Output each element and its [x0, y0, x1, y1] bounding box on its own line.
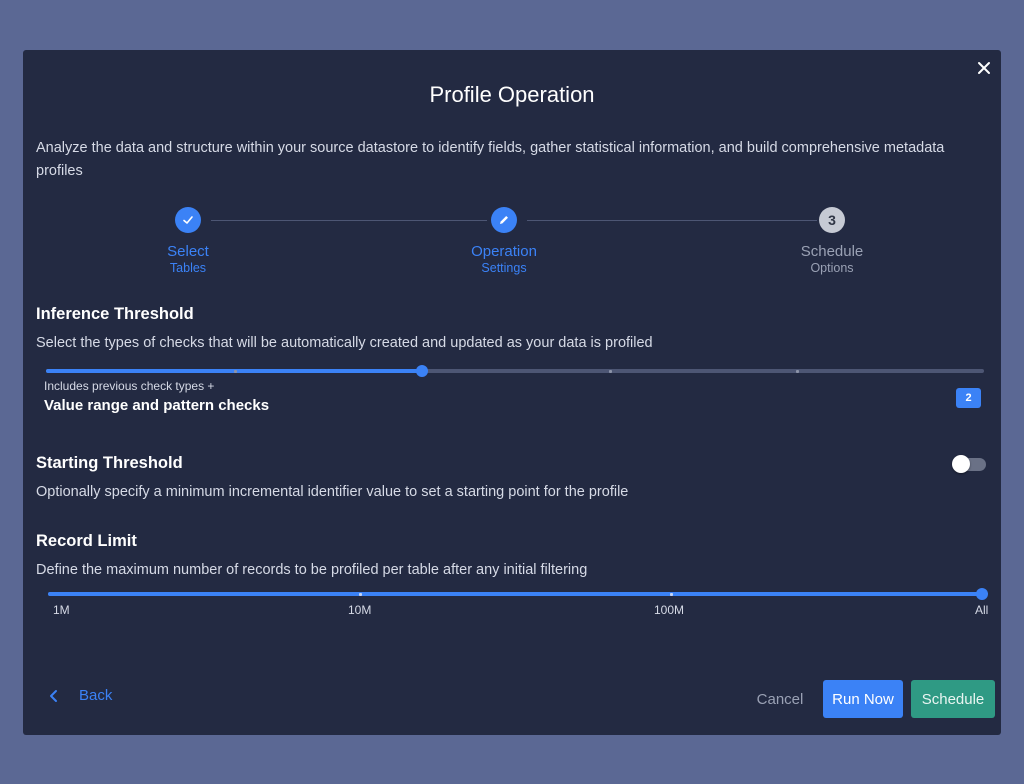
- stepper-connector: [211, 220, 487, 221]
- inference-level-badge: 2: [956, 388, 981, 408]
- back-label: Back: [79, 687, 113, 704]
- run-now-button[interactable]: Run Now: [823, 680, 903, 718]
- slider-tick: [670, 593, 673, 596]
- record-limit-mark-10m[interactable]: 10M: [348, 603, 371, 617]
- starting-threshold-toggle[interactable]: [952, 455, 988, 473]
- step-number: 3: [828, 212, 836, 228]
- record-limit-mark-1m[interactable]: 1M: [53, 603, 70, 617]
- dialog-title: Profile Operation: [429, 82, 595, 107]
- starting-threshold-description: Optionally specify a minimum incremental…: [36, 484, 629, 500]
- schedule-button[interactable]: Schedule: [911, 680, 995, 718]
- step-schedule-options[interactable]: 3: [819, 207, 845, 233]
- inference-level-note: Includes previous check types +: [44, 379, 215, 393]
- toggle-knob[interactable]: [952, 455, 970, 473]
- record-limit-description: Define the maximum number of records to …: [36, 562, 588, 578]
- dialog-description: Analyze the data and structure within yo…: [36, 140, 945, 179]
- pencil-icon: [500, 216, 508, 224]
- stepper-connector: [527, 220, 817, 221]
- record-limit-mark-all[interactable]: All: [975, 603, 988, 617]
- chevron-left-icon: [50, 689, 57, 702]
- back-button[interactable]: Back: [49, 687, 112, 704]
- starting-threshold-title: Starting Threshold: [36, 454, 183, 472]
- cancel-button[interactable]: Cancel: [745, 680, 815, 718]
- inference-threshold-description: Select the types of checks that will be …: [36, 335, 653, 351]
- step-label-operation-settings: Operation Settings: [471, 243, 537, 275]
- slider-thumb[interactable]: [416, 365, 428, 377]
- record-limit-title: Record Limit: [36, 532, 137, 550]
- slider-thumb[interactable]: [976, 588, 988, 600]
- close-icon[interactable]: [975, 59, 993, 77]
- slider-tick: [234, 370, 237, 373]
- record-limit-mark-100m[interactable]: 100M: [654, 603, 684, 617]
- slider-tick: [796, 370, 799, 373]
- step-label-select-tables: Select Tables: [167, 243, 209, 275]
- profile-operation-dialog: Profile Operation Analyze the data and s…: [23, 50, 1001, 735]
- slider-fill: [48, 592, 982, 596]
- slider-tick: [359, 593, 362, 596]
- step-select-tables[interactable]: [175, 207, 201, 233]
- check-icon: [183, 216, 193, 224]
- step-operation-settings[interactable]: [491, 207, 517, 233]
- inference-level-name: Value range and pattern checks: [44, 397, 270, 414]
- close-button[interactable]: [975, 59, 993, 77]
- slider-tick: [609, 370, 612, 373]
- inference-threshold-title: Inference Threshold: [36, 305, 194, 323]
- step-label-schedule-options: Schedule Options: [800, 243, 864, 275]
